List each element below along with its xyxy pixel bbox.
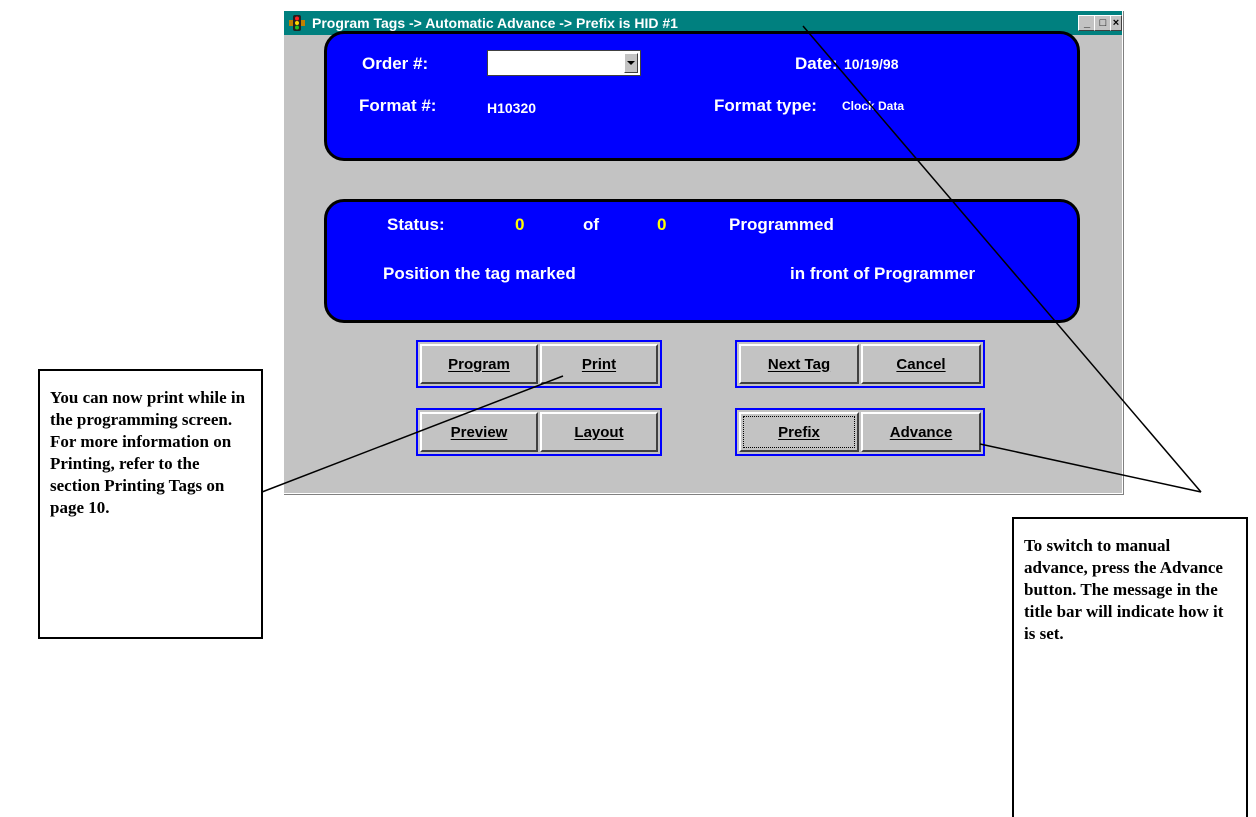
print-callout-text: You can now print while in the programmi… xyxy=(50,388,246,517)
title-pointer-line xyxy=(802,25,1202,493)
advance-callout-text: To switch to manual advance, press the A… xyxy=(1024,536,1224,643)
advance-callout: To switch to manual advance, press the A… xyxy=(1012,517,1248,817)
advance-pointer-line xyxy=(979,443,1202,493)
print-pointer-line xyxy=(261,375,564,493)
print-callout: You can now print while in the programmi… xyxy=(38,369,263,639)
